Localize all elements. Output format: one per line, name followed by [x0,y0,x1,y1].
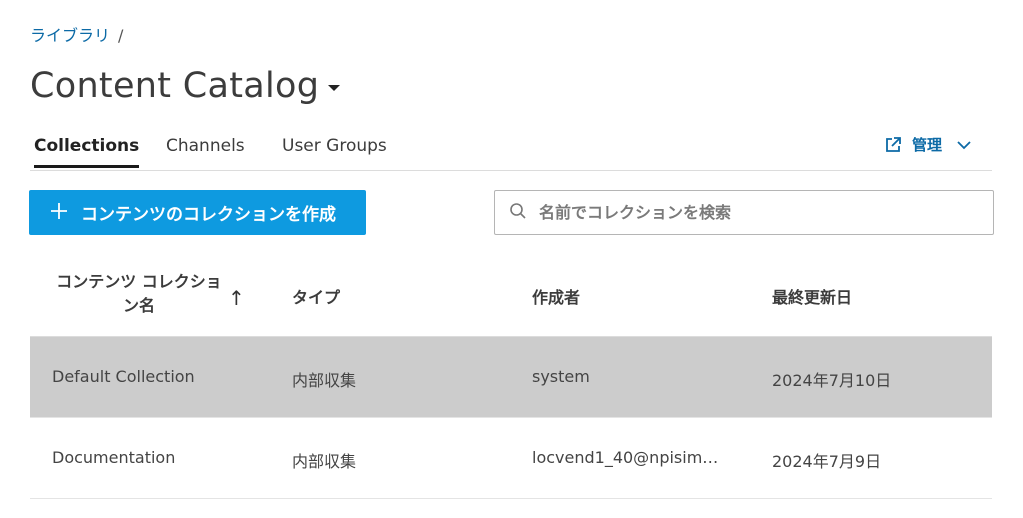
collections-table: コンテンツ コレクション名 ↑ タイプ 作成者 最終更新日 Default Co… [30,252,992,499]
column-header-creator[interactable]: 作成者 [532,284,580,308]
cell-updated: 2024年7月9日 [772,452,882,471]
table-header: コンテンツ コレクション名 ↑ タイプ 作成者 最終更新日 [30,252,992,337]
page-title-dropdown[interactable]: Content Catalog [30,66,341,106]
search-input[interactable] [537,202,961,223]
caret-down-icon[interactable] [328,85,341,91]
column-header-type[interactable]: タイプ [292,284,340,308]
page-title: Content Catalog [30,66,320,106]
create-collection-button[interactable]: コンテンツのコレクションを作成 [29,190,366,235]
cell-creator: system [532,367,590,386]
create-collection-label: コンテンツのコレクションを作成 [81,205,336,225]
tab-user-groups[interactable]: User Groups [282,136,387,168]
tab-bar: Collections Channels User Groups 管理 [30,128,992,171]
column-header-name[interactable]: コンテンツ コレクション名 [54,270,224,318]
table-row[interactable]: Documentation 内部収集 locvend1_40@npisim… 2… [30,418,992,499]
cell-name[interactable]: Documentation [52,448,175,467]
external-link-icon [884,136,902,154]
tab-collections[interactable]: Collections [34,136,140,168]
cell-type: 内部収集 [292,371,357,390]
breadcrumb-library-link[interactable]: ライブラリ [30,26,110,45]
breadcrumb: ライブラリ / [30,22,123,46]
chevron-down-icon [956,140,972,150]
cell-name[interactable]: Default Collection [52,367,195,386]
table-row[interactable]: Default Collection 内部収集 system 2024年7月10… [30,337,992,418]
breadcrumb-separator: / [118,26,124,45]
sort-ascending-icon[interactable]: ↑ [228,286,245,310]
manage-label: 管理 [911,136,942,154]
search-box[interactable] [494,190,994,235]
cell-type: 内部収集 [292,452,357,471]
search-icon [509,202,527,224]
cell-creator: locvend1_40@npisim… [532,448,719,467]
tab-channels[interactable]: Channels [166,136,245,168]
manage-menu[interactable]: 管理 [884,134,972,155]
cell-updated: 2024年7月10日 [772,371,892,390]
column-header-updated[interactable]: 最終更新日 [772,284,852,308]
plus-icon [49,200,69,226]
